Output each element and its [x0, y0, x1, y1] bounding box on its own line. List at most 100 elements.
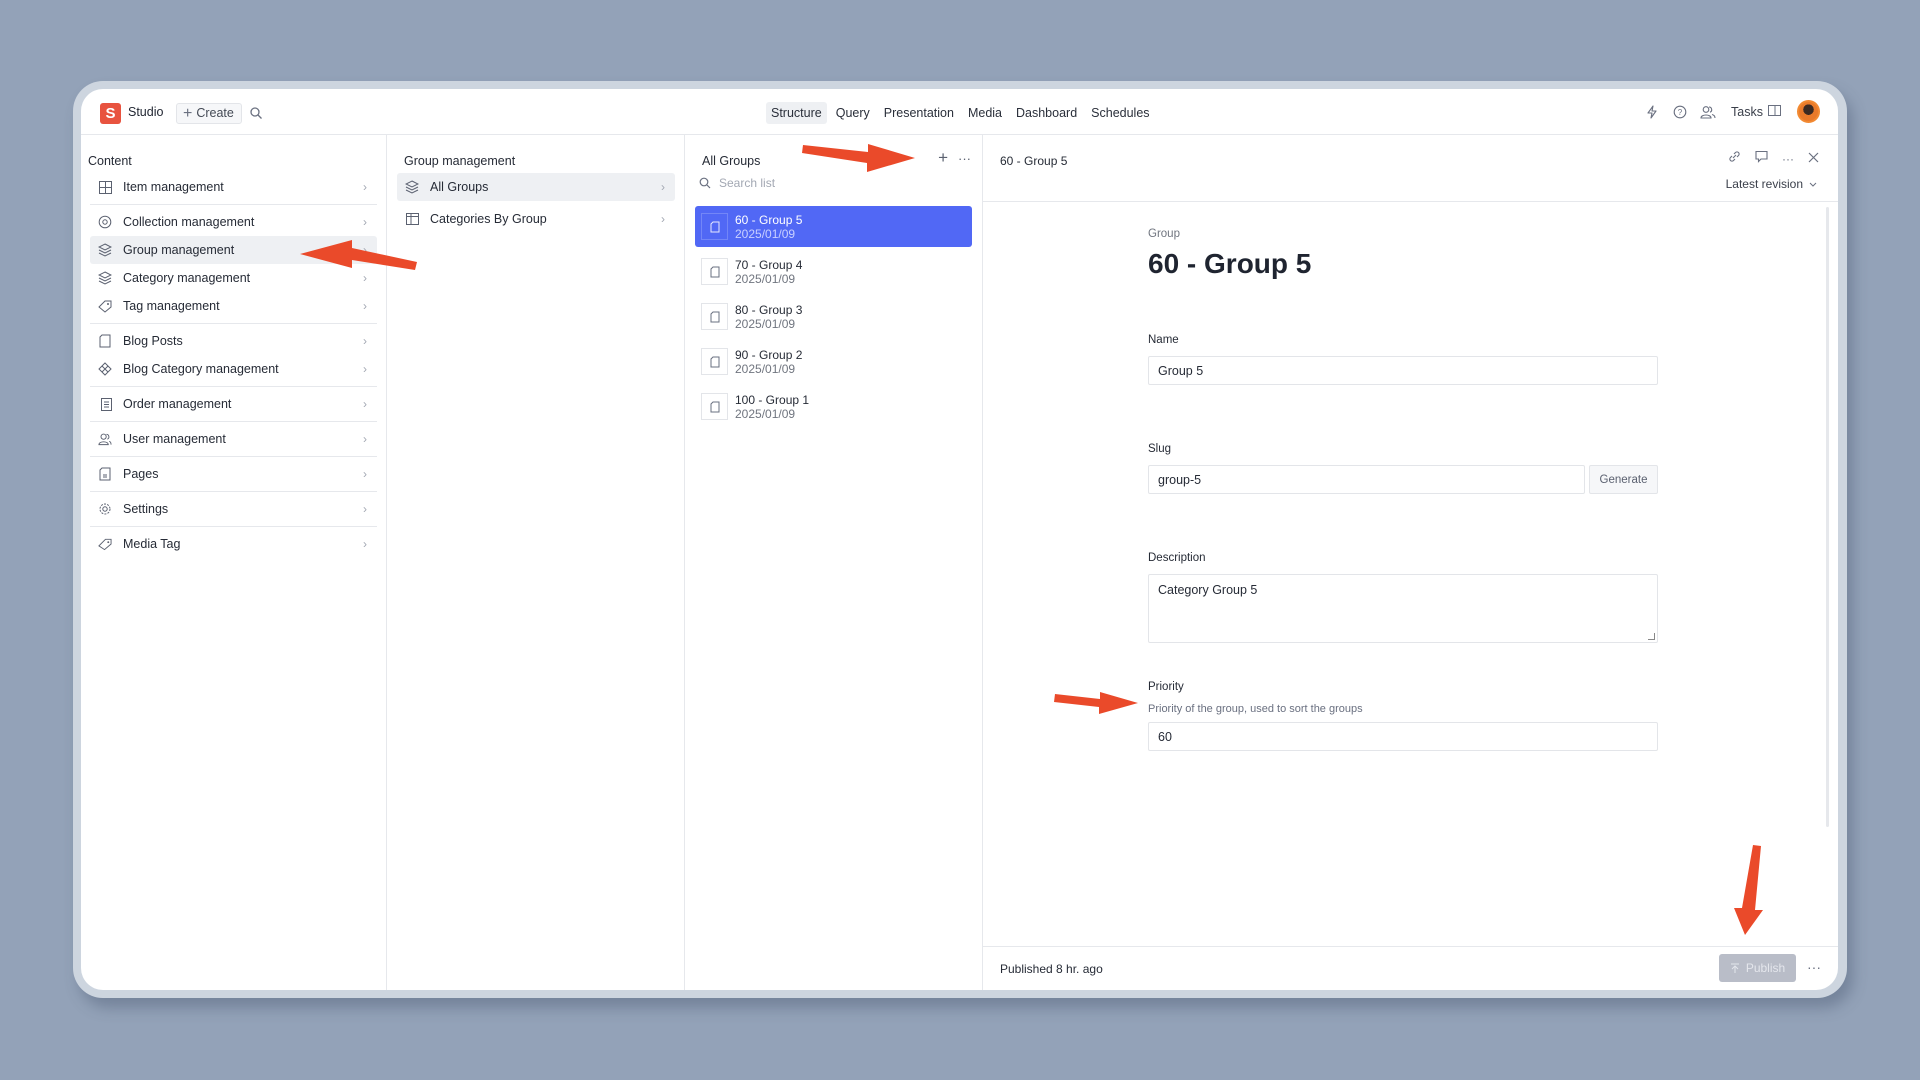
- chevron-right-icon: ›: [661, 180, 665, 194]
- list-actions: + ···: [938, 148, 971, 168]
- revision-selector[interactable]: Latest revision: [1726, 177, 1817, 191]
- chevron-right-icon: ›: [363, 180, 367, 194]
- search-placeholder: Search list: [719, 176, 776, 190]
- chevron-right-icon: ›: [363, 397, 367, 411]
- divider: [90, 421, 377, 422]
- menu-item-order-management[interactable]: Order management ›: [90, 390, 377, 418]
- list-icon: [98, 397, 112, 411]
- menu-item-blog-posts[interactable]: Blog Posts ›: [90, 327, 377, 355]
- list-item[interactable]: 80 - Group 3 2025/01/09: [695, 296, 972, 337]
- tasks-button[interactable]: Tasks: [1731, 104, 1781, 119]
- more-options-icon[interactable]: ···: [1807, 959, 1821, 975]
- menu-item-tag-management[interactable]: Tag management ›: [90, 292, 377, 320]
- document-editor-pane: 60 - Group 5 ··· Latest revision Group 6…: [983, 135, 1838, 990]
- menu-item-user-management[interactable]: User management ›: [90, 425, 377, 453]
- document-type-label: Group: [1148, 228, 1180, 240]
- tab-dashboard[interactable]: Dashboard: [1011, 102, 1082, 124]
- top-right-actions: ? Tasks: [1643, 100, 1820, 123]
- create-button[interactable]: + Create: [176, 103, 242, 124]
- list-item[interactable]: 60 - Group 5 2025/01/09: [695, 206, 972, 247]
- name-input[interactable]: Group 5: [1148, 356, 1658, 385]
- slug-input[interactable]: group-5: [1148, 465, 1585, 494]
- tag-icon: [98, 537, 112, 551]
- menu-item-media-tag[interactable]: Media Tag ›: [90, 530, 377, 558]
- resize-handle[interactable]: [1648, 633, 1655, 640]
- link-icon[interactable]: [1728, 150, 1741, 168]
- search-icon: [699, 177, 711, 189]
- tab-query[interactable]: Query: [831, 102, 875, 124]
- users-icon[interactable]: [1699, 103, 1717, 121]
- tasks-label: Tasks: [1731, 104, 1763, 119]
- grid-icon: [98, 180, 112, 194]
- menu-item-pages[interactable]: Pages ›: [90, 460, 377, 488]
- document-date: 2025/01/09: [735, 361, 796, 376]
- tab-structure[interactable]: Structure: [766, 102, 827, 124]
- editor-header: 60 - Group 5 ··· Latest revision: [983, 135, 1838, 202]
- publish-button[interactable]: Publish: [1719, 954, 1796, 982]
- priority-input[interactable]: 60: [1148, 722, 1658, 751]
- generate-slug-button[interactable]: Generate: [1589, 465, 1658, 494]
- help-icon[interactable]: ?: [1671, 103, 1689, 121]
- search-list-input[interactable]: Search list: [699, 176, 775, 190]
- menu-item-label: Category management: [123, 271, 251, 285]
- description-textarea[interactable]: Category Group 5: [1148, 574, 1658, 643]
- menu-item-all-groups[interactable]: All Groups ›: [397, 173, 675, 201]
- avatar[interactable]: [1797, 100, 1820, 123]
- document-date: 2025/01/09: [735, 316, 796, 331]
- divider: [90, 204, 377, 205]
- divider: [90, 386, 377, 387]
- list-item[interactable]: 90 - Group 2 2025/01/09: [695, 341, 972, 382]
- editor-scrollbar[interactable]: [1826, 207, 1829, 827]
- publish-status: Published 8 hr. ago: [1000, 962, 1103, 976]
- list-item[interactable]: 70 - Group 4 2025/01/09: [695, 251, 972, 292]
- document-title: 70 - Group 4: [735, 257, 803, 272]
- menu-item-item-management[interactable]: Item management ›: [90, 173, 377, 201]
- add-document-button[interactable]: +: [938, 148, 948, 168]
- revision-label: Latest revision: [1725, 177, 1803, 191]
- search-icon[interactable]: [249, 106, 263, 120]
- group-management-pane: Group management All Groups › Categories…: [387, 135, 685, 990]
- chevron-right-icon: ›: [363, 432, 367, 446]
- menu-item-categories-by-group[interactable]: Categories By Group ›: [397, 205, 675, 233]
- top-bar: S Studio + Create Structure Query Presen…: [81, 89, 1838, 135]
- app-window: S Studio + Create Structure Query Presen…: [81, 89, 1838, 990]
- content-menu: Item management › Collection management …: [81, 173, 386, 558]
- content-pane: Content Item management › Collection man…: [81, 135, 387, 990]
- comment-icon[interactable]: [1755, 150, 1768, 168]
- page-icon: [98, 467, 112, 481]
- description-value: Category Group 5: [1158, 583, 1258, 597]
- documents-list-pane: All Groups + ··· Search list 60 - Group …: [685, 135, 983, 990]
- menu-item-label: Categories By Group: [430, 212, 547, 226]
- slug-field-label: Slug: [1148, 443, 1172, 455]
- editor-title: 60 - Group 5: [1000, 154, 1068, 168]
- collection-icon: [98, 215, 112, 229]
- document-date: 2025/01/09: [735, 406, 796, 421]
- divider: [90, 456, 377, 457]
- document-heading: 60 - Group 5: [1148, 248, 1312, 279]
- panel-icon: [1768, 104, 1781, 119]
- menu-item-label: Collection management: [123, 215, 255, 229]
- menu-item-label: Item management: [123, 180, 224, 194]
- menu-item-blog-category-management[interactable]: Blog Category management ›: [90, 355, 377, 383]
- menu-item-group-management[interactable]: Group management ›: [90, 236, 377, 264]
- chevron-right-icon: ›: [363, 467, 367, 481]
- more-options-icon[interactable]: ···: [958, 151, 971, 166]
- tab-media[interactable]: Media: [963, 102, 1007, 124]
- pane-title: All Groups: [702, 154, 761, 168]
- priority-field-description: Priority of the group, used to sort the …: [1148, 703, 1363, 715]
- close-icon[interactable]: [1808, 150, 1819, 168]
- document-icon: [98, 334, 112, 348]
- menu-item-collection-management[interactable]: Collection management ›: [90, 208, 377, 236]
- menu-item-category-management[interactable]: Category management ›: [90, 264, 377, 292]
- plus-icon: +: [183, 104, 193, 122]
- tab-schedules[interactable]: Schedules: [1086, 102, 1154, 124]
- chevron-right-icon: ›: [363, 502, 367, 516]
- users-icon: [98, 432, 112, 446]
- menu-item-settings[interactable]: Settings ›: [90, 495, 377, 523]
- studio-logo[interactable]: S: [100, 103, 121, 124]
- list-item[interactable]: 100 - Group 1 2025/01/09: [695, 386, 972, 427]
- lightning-icon[interactable]: [1643, 103, 1661, 121]
- document-icon: [701, 303, 728, 330]
- more-options-icon[interactable]: ···: [1782, 152, 1794, 166]
- tab-presentation[interactable]: Presentation: [879, 102, 959, 124]
